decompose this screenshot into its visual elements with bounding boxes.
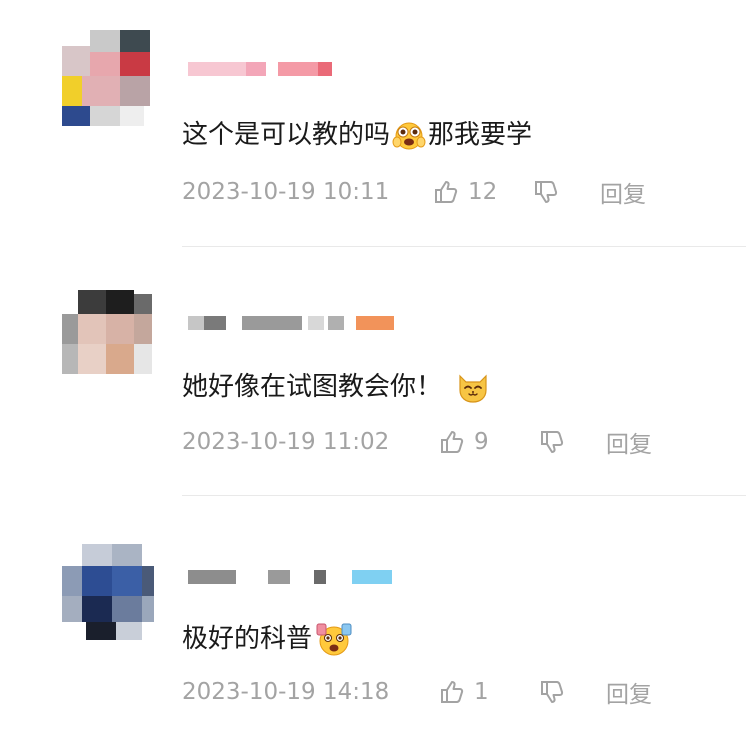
comment-meta: 2023-10-19 10:11 12 回复: [182, 175, 646, 209]
divider: [182, 246, 746, 247]
comment-item: 她好像在试图教会你！ 2023-10-19 11:02 9 回复: [0, 250, 746, 500]
like-button[interactable]: 9: [438, 428, 514, 456]
comment-text-part: 她好像在试图教会你！: [182, 372, 443, 402]
like-count: 1: [474, 679, 489, 705]
cat-face-emoji-icon: [456, 370, 490, 404]
like-count: 12: [468, 179, 498, 205]
comment-text-part: 极好的科普: [182, 624, 313, 654]
dislike-button[interactable]: [538, 428, 566, 456]
like-count: 9: [474, 429, 489, 455]
comment-text-part: 那我要学: [428, 120, 533, 150]
dislike-button[interactable]: [538, 678, 566, 706]
shocked-face-emoji-icon: [314, 620, 354, 658]
thumbs-up-icon: [441, 681, 464, 703]
comment-text: 极好的科普: [182, 620, 356, 658]
username-redacted[interactable]: [188, 316, 394, 330]
like-button[interactable]: 1: [438, 678, 514, 706]
thumbs-down-icon: [541, 431, 564, 453]
divider: [182, 495, 746, 496]
comment-item: 极好的科普 2023-10-19 14:18 1 回复: [0, 500, 746, 750]
reply-button[interactable]: 回复: [606, 425, 652, 459]
reply-button[interactable]: 回复: [606, 675, 652, 709]
thumbs-down-icon: [541, 681, 564, 703]
dislike-button[interactable]: [532, 178, 560, 206]
thumbs-up-icon: [441, 431, 464, 453]
username-redacted[interactable]: [188, 570, 392, 584]
comment-timestamp: 2023-10-19 11:02: [182, 429, 390, 455]
avatar[interactable]: [62, 290, 154, 382]
comment-meta: 2023-10-19 11:02 9 回复: [182, 425, 652, 459]
avatar[interactable]: [62, 544, 154, 640]
excited-face-emoji-icon: [392, 118, 426, 152]
username-redacted[interactable]: [188, 62, 332, 76]
reply-button[interactable]: 回复: [600, 175, 646, 209]
comment-item: 这个是可以教的吗 那我要学 2023-10-19 10:11 12 回复: [0, 0, 746, 250]
comment-timestamp: 2023-10-19 10:11: [182, 179, 390, 205]
thumbs-down-icon: [535, 181, 558, 203]
like-button[interactable]: 12: [432, 178, 508, 206]
comment-text: 她好像在试图教会你！: [182, 370, 492, 404]
avatar[interactable]: [62, 30, 154, 126]
comment-text: 这个是可以教的吗 那我要学: [182, 118, 532, 152]
comment-timestamp: 2023-10-19 14:18: [182, 679, 390, 705]
comment-meta: 2023-10-19 14:18 1 回复: [182, 675, 652, 709]
thumbs-up-icon: [435, 181, 458, 203]
comment-text-part: 这个是可以教的吗: [182, 120, 391, 150]
